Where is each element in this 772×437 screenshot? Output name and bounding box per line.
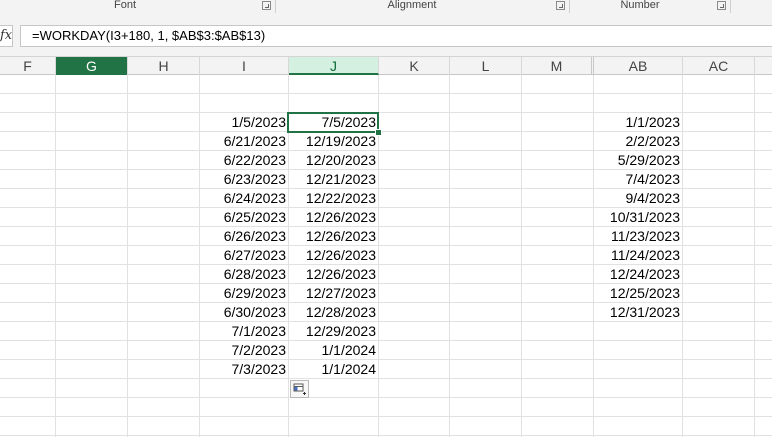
column-header-m[interactable]: M <box>522 57 594 75</box>
cell-i[interactable]: 6/24/2023 <box>200 189 289 208</box>
cell-ab[interactable]: 11/23/2023 <box>594 227 683 246</box>
cell-j[interactable]: 12/26/2023 <box>289 208 379 227</box>
column-header-i[interactable]: I <box>200 57 289 75</box>
cell-j[interactable]: 12/26/2023 <box>289 227 379 246</box>
cell-i[interactable]: 6/26/2023 <box>200 227 289 246</box>
cell-i[interactable]: 6/30/2023 <box>200 303 289 322</box>
cell-i[interactable]: 6/27/2023 <box>200 246 289 265</box>
cell-j[interactable]: 12/26/2023 <box>289 265 379 284</box>
cell-i[interactable]: 6/23/2023 <box>200 170 289 189</box>
cell-j[interactable]: 12/27/2023 <box>289 284 379 303</box>
column-header-ac[interactable]: AC <box>683 57 755 75</box>
cell-ab[interactable]: 2/2/2023 <box>594 132 683 151</box>
cell-i[interactable]: 7/3/2023 <box>200 360 289 379</box>
number-dialog-launcher-icon[interactable] <box>717 1 726 10</box>
cell-ab[interactable]: 9/4/2023 <box>594 189 683 208</box>
grid-line <box>521 75 522 437</box>
formula-input[interactable]: =WORKDAY(I3+180, 1, $AB$3:$AB$13) <box>20 25 772 47</box>
cell-ab[interactable]: 12/24/2023 <box>594 265 683 284</box>
cell-j[interactable]: 12/26/2023 <box>289 246 379 265</box>
ribbon-separator <box>730 0 731 13</box>
cell-ab[interactable]: 10/31/2023 <box>594 208 683 227</box>
column-header-j[interactable]: J <box>289 57 379 75</box>
quick-analysis-button[interactable] <box>290 380 309 398</box>
cell-ab[interactable]: 7/4/2023 <box>594 170 683 189</box>
cell-ab[interactable]: 11/24/2023 <box>594 246 683 265</box>
cell-i[interactable]: 6/21/2023 <box>200 132 289 151</box>
alignment-dialog-launcher-icon[interactable] <box>556 1 565 10</box>
grid-line <box>754 75 755 437</box>
cell-i[interactable]: 7/2/2023 <box>200 341 289 360</box>
cell-ab[interactable]: 1/1/2023 <box>594 113 683 132</box>
grid-line <box>127 75 128 437</box>
ribbon-group-strip: Font Alignment Number <box>0 0 772 14</box>
cell-j[interactable]: 12/21/2023 <box>289 170 379 189</box>
cell-i[interactable]: 6/22/2023 <box>200 151 289 170</box>
font-dialog-launcher-icon[interactable] <box>262 1 271 10</box>
ribbon-separator <box>275 0 276 13</box>
cell-j[interactable]: 12/19/2023 <box>289 132 379 151</box>
column-header-row: F G H I J K L M AB AC <box>0 56 772 75</box>
quick-analysis-icon <box>293 383 306 395</box>
active-cell-border[interactable] <box>287 112 379 133</box>
ribbon-separator <box>569 0 570 13</box>
column-header-f[interactable]: F <box>0 57 56 75</box>
column-header-l[interactable]: L <box>450 57 522 75</box>
insert-function-button[interactable]: fx <box>0 25 13 47</box>
cell-j[interactable]: 12/29/2023 <box>289 322 379 341</box>
cell-j[interactable]: 1/1/2024 <box>289 341 379 360</box>
fill-handle[interactable] <box>375 129 382 136</box>
cell-i[interactable]: 6/29/2023 <box>200 284 289 303</box>
cell-ab[interactable]: 12/31/2023 <box>594 303 683 322</box>
cell-j[interactable]: 1/1/2024 <box>289 360 379 379</box>
ribbon-group-alignment: Alignment <box>387 0 437 11</box>
column-header-ab[interactable]: AB <box>594 57 683 75</box>
grid-line <box>55 75 56 437</box>
cell-i[interactable]: 1/5/2023 <box>200 113 289 132</box>
cell-i[interactable]: 6/25/2023 <box>200 208 289 227</box>
grid-line <box>449 75 450 437</box>
column-header-g[interactable]: G <box>56 57 128 75</box>
cell-j[interactable]: 12/20/2023 <box>289 151 379 170</box>
ribbon-group-number: Number <box>620 0 660 11</box>
cell-ab[interactable]: 5/29/2023 <box>594 151 683 170</box>
cell-i[interactable]: 7/1/2023 <box>200 322 289 341</box>
ribbon-group-font: Font <box>113 0 136 11</box>
column-header-h[interactable]: H <box>128 57 200 75</box>
cell-ab[interactable]: 12/25/2023 <box>594 284 683 303</box>
cell-i[interactable]: 6/28/2023 <box>200 265 289 284</box>
cell-j[interactable]: 12/28/2023 <box>289 303 379 322</box>
cell-j[interactable]: 12/22/2023 <box>289 189 379 208</box>
column-header-k[interactable]: K <box>379 57 450 75</box>
